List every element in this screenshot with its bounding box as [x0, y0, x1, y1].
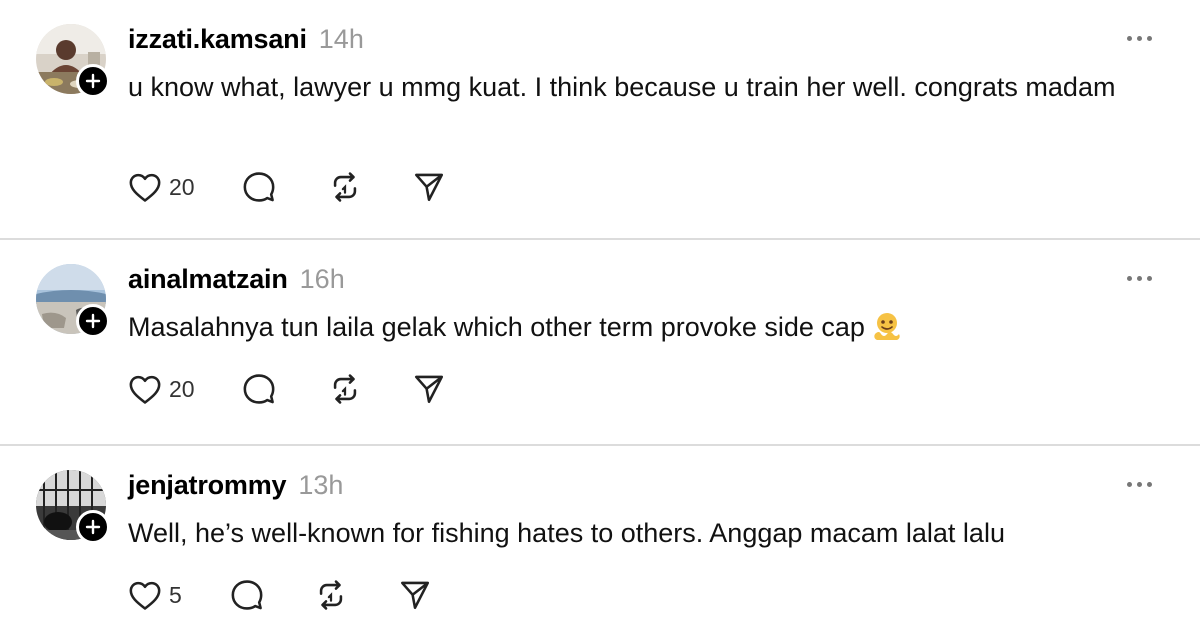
post-item: ainalmatzain 16h Masalahnya tun laila ge… [0, 240, 1200, 446]
send-icon [400, 581, 430, 610]
post-item: jenjatrommy 13h Well, he’s well-known fo… [0, 446, 1200, 642]
melting-face-icon [871, 310, 903, 354]
repost-button[interactable] [314, 578, 398, 612]
share-button[interactable] [412, 170, 446, 204]
comment-icon [231, 580, 263, 610]
timestamp[interactable]: 13h [298, 470, 343, 501]
comment-icon [243, 374, 275, 404]
more-icon [1127, 276, 1132, 281]
comment-icon [243, 172, 275, 202]
more-icon [1127, 482, 1132, 487]
like-count: 20 [169, 375, 195, 402]
repost-icon [319, 580, 343, 610]
share-button[interactable] [412, 372, 446, 406]
post-item: izzati.kamsani 14h u know what, lawyer u… [0, 0, 1200, 240]
reply-button[interactable] [242, 170, 328, 204]
plus-icon [85, 73, 101, 89]
like-button[interactable]: 20 [128, 373, 242, 405]
action-bar: 5 [128, 578, 432, 612]
reply-button[interactable] [242, 372, 328, 406]
reply-button[interactable] [230, 578, 314, 612]
more-options-button[interactable] [1123, 26, 1156, 51]
plus-icon [85, 313, 101, 329]
follow-button[interactable] [76, 64, 110, 98]
post-header: ainalmatzain 16h [128, 264, 345, 295]
send-icon [414, 375, 444, 404]
post-header: jenjatrommy 13h [128, 470, 343, 501]
repost-button[interactable] [328, 170, 412, 204]
heart-icon [129, 581, 161, 610]
post-text-container: Masalahnya tun laila gelak which other t… [128, 306, 1138, 354]
more-options-button[interactable] [1123, 472, 1156, 497]
heart-icon [129, 173, 161, 202]
post-text: Well, he’s well-known for fishing hates … [128, 518, 1005, 548]
send-icon [414, 173, 444, 202]
repost-icon [333, 374, 357, 404]
like-count: 5 [169, 581, 182, 608]
timestamp[interactable]: 16h [300, 264, 345, 295]
post-text: Masalahnya tun laila gelak which other t… [128, 312, 865, 342]
more-icon [1127, 36, 1132, 41]
follow-button[interactable] [76, 304, 110, 338]
post-header: izzati.kamsani 14h [128, 24, 364, 55]
plus-icon [85, 519, 101, 535]
timestamp[interactable]: 14h [319, 24, 364, 55]
follow-button[interactable] [76, 510, 110, 544]
action-bar: 20 [128, 170, 446, 204]
username[interactable]: izzati.kamsani [128, 24, 307, 55]
username[interactable]: jenjatrommy [128, 470, 287, 501]
like-button[interactable]: 5 [128, 579, 230, 611]
repost-icon [333, 172, 357, 202]
repost-button[interactable] [328, 372, 412, 406]
like-count: 20 [169, 173, 195, 200]
more-options-button[interactable] [1123, 266, 1156, 291]
like-button[interactable]: 20 [128, 171, 242, 203]
heart-icon [129, 375, 161, 404]
action-bar: 20 [128, 372, 446, 406]
post-text: u know what, lawyer u mmg kuat. I think … [128, 72, 1116, 102]
share-button[interactable] [398, 578, 432, 612]
username[interactable]: ainalmatzain [128, 264, 288, 295]
